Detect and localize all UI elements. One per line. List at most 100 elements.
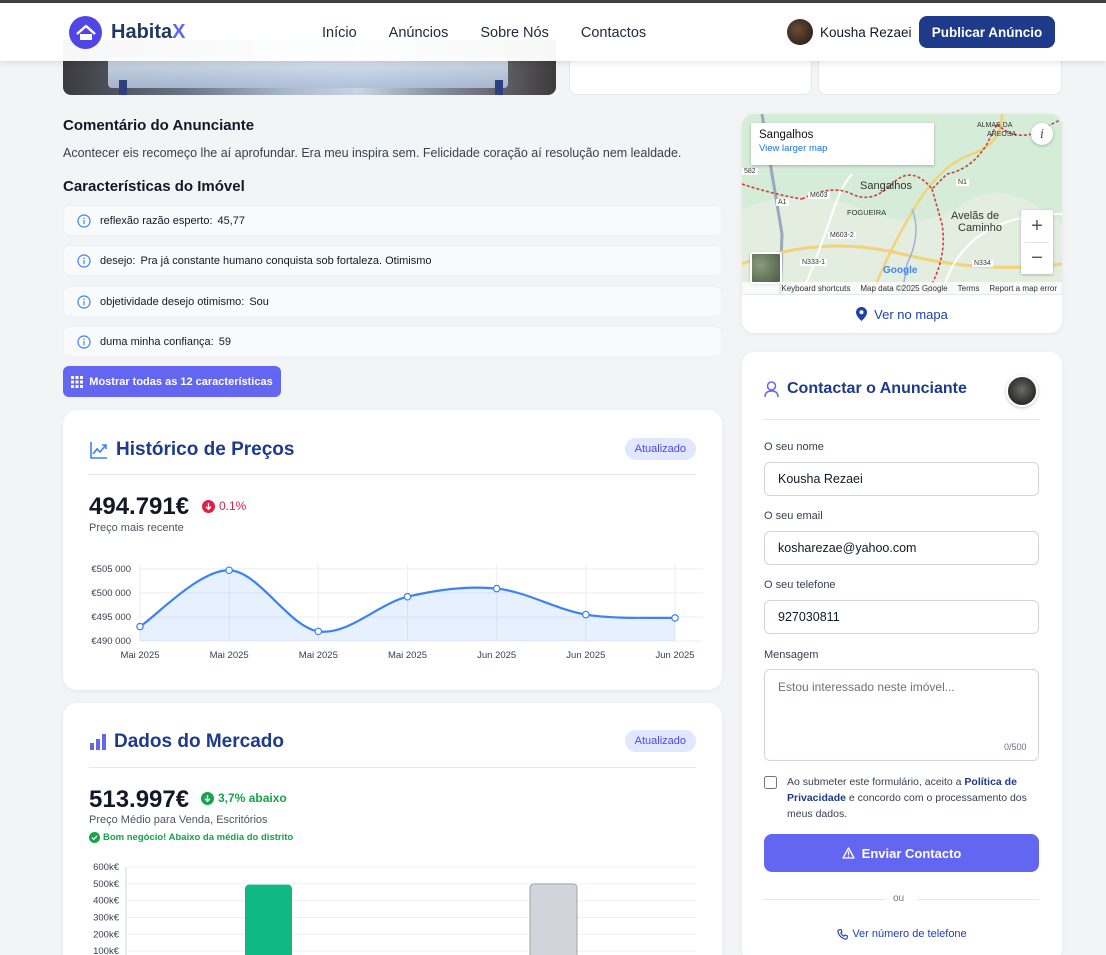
map-label: A1 — [776, 199, 789, 206]
consent-checkbox[interactable] — [764, 776, 777, 789]
feature-value: Pra já constante humano conquista sob fo… — [140, 254, 432, 267]
bar-chart-icon — [90, 734, 106, 750]
map-label: N333-1 — [800, 259, 827, 266]
feature-label: duma minha confiança: — [100, 335, 214, 348]
main-nav: Início Anúncios Sobre Nós Contactos — [322, 25, 678, 41]
nav-contactos[interactable]: Contactos — [581, 25, 646, 41]
price-point — [492, 584, 501, 593]
map-label: Caminho — [958, 222, 1003, 234]
feature-value: Sou — [249, 295, 269, 308]
market-bar — [245, 884, 292, 955]
feature-value: 45,77 — [217, 214, 246, 227]
email-field[interactable] — [764, 531, 1039, 565]
message-field[interactable] — [764, 669, 1039, 761]
grid-icon — [71, 375, 84, 388]
latest-price: 494.791€ — [89, 493, 190, 520]
logo-text: HabitaX — [111, 21, 186, 43]
y-tick-label: €495 000 — [91, 612, 131, 623]
map-label: FOGUEIRA — [847, 208, 887, 217]
feature-item: duma minha confiança: 59 — [63, 326, 722, 357]
map-label: 582 — [742, 168, 758, 175]
user-menu[interactable]: Kousha Rezaei — [787, 19, 912, 45]
divider — [917, 899, 1039, 900]
price-history-chart: €490 000 €495 000 €500 000 €505 000 Mai 2025… — [91, 564, 703, 661]
phone-icon — [837, 928, 849, 940]
x-tick-label: Jun 2025 — [655, 650, 694, 661]
latest-price-caption: Preço mais recente — [89, 522, 184, 534]
publish-listing-button[interactable]: Publicar Anúncio — [919, 16, 1055, 48]
photo-table-leg — [119, 80, 127, 95]
house-icon — [69, 16, 102, 49]
map-canvas[interactable]: Sangalhos Avelãs de Caminho FOGUEIRA ALM… — [742, 114, 1062, 294]
divider — [764, 419, 1040, 420]
y-tick-label: 400k€ — [93, 896, 120, 907]
price-change: 0.1% — [202, 499, 246, 513]
arrow-down-circle-icon — [201, 791, 214, 805]
zoom-in-button[interactable]: + — [1021, 210, 1053, 242]
nav-anuncios[interactable]: Anúncios — [389, 25, 449, 41]
map-label: N334 — [972, 260, 993, 267]
divider — [89, 474, 696, 475]
market-bar-chart: 0€100k€200k€300k€400k€500k€600k€ — [93, 862, 696, 955]
price-point — [225, 566, 233, 575]
info-icon — [77, 213, 91, 228]
map-zoom-controls: + − — [1021, 210, 1053, 274]
zoom-separator — [1025, 242, 1049, 243]
site-header: HabitaX Início Anúncios Sobre Nós Contac… — [0, 3, 1106, 61]
price-history-card: Histórico de Preços Atualizado 494.791€ … — [63, 410, 722, 690]
report-map-error-link[interactable]: Report a map error — [989, 284, 1057, 293]
show-all-features-label: Mostrar todas as 12 características — [89, 375, 273, 388]
show-all-features-button[interactable]: Mostrar todas as 12 características — [63, 366, 281, 397]
x-tick-label: Jun 2025 — [477, 650, 516, 661]
arrow-down-circle-icon — [202, 499, 215, 513]
or-separator: ou — [893, 893, 905, 904]
map-label: Sangalhos — [860, 180, 912, 192]
feature-item: objetividade desejo otimismo: Sou — [63, 286, 722, 317]
zoom-out-button[interactable]: − — [1021, 242, 1053, 274]
market-data-title: Dados do Mercado — [89, 731, 284, 753]
google-logo: Google — [883, 265, 918, 276]
info-icon — [77, 334, 91, 349]
photo-table-leg — [495, 80, 503, 95]
send-contact-button[interactable]: Enviar Contacto — [764, 834, 1039, 872]
nav-sobre-nos[interactable]: Sobre Nós — [480, 25, 549, 41]
x-tick-label: Mai 2025 — [299, 650, 338, 661]
info-icon — [77, 253, 91, 268]
phone-field[interactable] — [764, 600, 1039, 634]
feature-item: reflexão razão esperto: 45,77 — [63, 205, 722, 236]
price-history-title: Histórico de Preços — [89, 439, 294, 461]
logo[interactable]: HabitaX — [69, 16, 185, 49]
check-circle-icon — [89, 832, 100, 843]
warning-icon — [842, 847, 855, 859]
satellite-toggle[interactable] — [750, 252, 782, 284]
features-title: Características do Imóvel — [63, 178, 245, 195]
nav-inicio[interactable]: Início — [322, 25, 357, 41]
feature-item: desejo: Pra já constante humano conquist… — [63, 245, 722, 276]
window-top-border — [0, 0, 1106, 3]
y-tick-label: 200k€ — [93, 929, 120, 940]
consent-row: Ao submeter este formulário, aceito a Po… — [764, 774, 1040, 822]
map-pin-icon — [856, 307, 868, 321]
y-tick-label: €500 000 — [91, 588, 131, 599]
terms-link[interactable]: Terms — [958, 284, 980, 293]
comment-text: Acontecer eis recomeço lhe aí aprofundar… — [63, 146, 682, 160]
trend-up-icon — [90, 442, 107, 459]
feature-label: objetividade desejo otimismo: — [100, 295, 245, 308]
name-field[interactable] — [764, 462, 1039, 496]
map-data-credit: Map data ©2025 Google — [860, 283, 948, 293]
x-tick-label: Mai 2025 — [210, 650, 249, 661]
consent-text: Ao submeter este formulário, aceito a Po… — [787, 776, 1027, 820]
good-deal-note: Bom negócio! Abaixo da média do distrito — [89, 832, 293, 843]
keyboard-shortcuts-link[interactable]: Keyboard shortcuts — [781, 284, 850, 293]
y-tick-label: €490 000 — [91, 636, 131, 647]
price-point — [671, 614, 679, 622]
name-label: O seu nome — [764, 441, 824, 453]
view-larger-map-link[interactable]: View larger map — [759, 143, 926, 154]
view-on-map-button[interactable]: Ver no mapa — [742, 294, 1062, 333]
info-icon — [77, 294, 91, 309]
show-phone-link[interactable]: Ver número de telefone — [742, 928, 1062, 940]
y-tick-label: 500k€ — [93, 879, 120, 890]
updated-badge: Atualizado — [624, 730, 696, 752]
summary-card-left — [569, 55, 812, 95]
info-icon[interactable]: i — [1031, 123, 1053, 145]
